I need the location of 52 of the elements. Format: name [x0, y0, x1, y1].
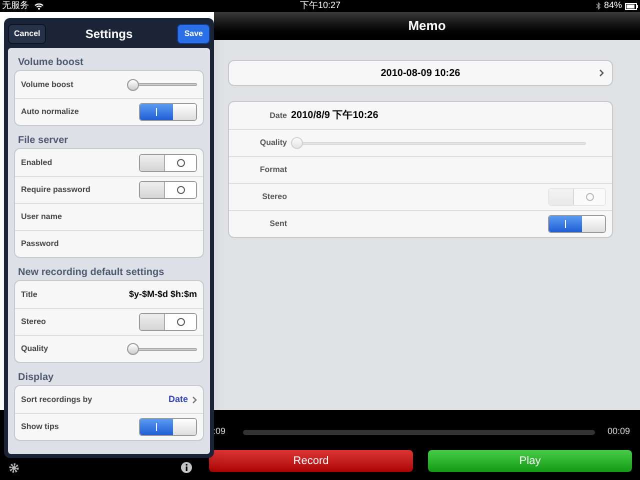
gear-icon[interactable] — [8, 462, 20, 474]
clock-text: 下午10:27 — [300, 0, 341, 12]
toggle-switch[interactable] — [139, 181, 197, 199]
setting-label: Require password — [21, 184, 90, 196]
field-label: Format — [258, 164, 288, 176]
title-text: 2010-08-09 10:26 — [380, 66, 462, 80]
wifi-icon — [34, 2, 44, 10]
section-header: File server — [17, 134, 70, 148]
setting-label: Sort recordings by — [21, 394, 92, 406]
save-button[interactable]: Save — [177, 24, 210, 44]
setting-label: Quality — [21, 343, 48, 355]
setting-label: Volume boost — [21, 78, 74, 90]
setting-label: User name — [21, 211, 62, 223]
section-header: Display — [17, 371, 55, 385]
field-label: Date — [268, 110, 288, 122]
slider-thumb[interactable] — [127, 343, 139, 355]
setting-label: Password — [21, 238, 59, 250]
toggle-switch[interactable] — [139, 313, 197, 331]
elapsed-time: :09 — [213, 425, 227, 438]
settings-title: Settings — [85, 26, 133, 43]
title-row[interactable]: 2010-08-09 10:26 — [228, 60, 613, 86]
chevron-icon — [599, 69, 604, 77]
battery-text: 84% — [604, 0, 622, 12]
slider-thumb[interactable] — [127, 78, 139, 90]
setting-label: Auto normalize — [21, 106, 79, 118]
record-button[interactable]: Record — [209, 450, 413, 472]
cancel-button[interactable]: Cancel — [8, 24, 46, 44]
field-label: Sent — [268, 218, 288, 230]
slider[interactable] — [127, 78, 197, 90]
toggle-switch[interactable] — [139, 418, 197, 436]
section-header: New recording default settings — [17, 266, 166, 280]
chevron-icon — [192, 396, 197, 404]
info-icon[interactable] — [181, 462, 192, 473]
setting-value: Date — [168, 392, 188, 406]
total-time: 00:09 — [607, 425, 630, 438]
field-label: Stereo — [261, 191, 288, 203]
setting-label: Title — [21, 288, 38, 300]
setting-label: Show tips — [21, 421, 59, 433]
setting-value: $y-$M-$d $h:$m — [128, 288, 197, 301]
toggle-switch[interactable] — [139, 103, 197, 121]
battery-icon — [625, 2, 638, 10]
slider[interactable] — [127, 343, 197, 355]
setting-label: Stereo — [21, 316, 46, 328]
bluetooth-icon — [596, 2, 601, 10]
field-label: Quality — [258, 137, 288, 149]
field-value: 2010/8/9 下午10:26 — [291, 108, 378, 123]
setting-label: Enabled — [21, 156, 52, 168]
toggle-switch[interactable] — [139, 154, 197, 172]
carrier-text: 无服务 — [2, 0, 29, 12]
toggle-switch[interactable] — [548, 215, 606, 233]
nav-title: Memo — [408, 17, 446, 36]
section-header: Volume boost — [17, 56, 84, 70]
